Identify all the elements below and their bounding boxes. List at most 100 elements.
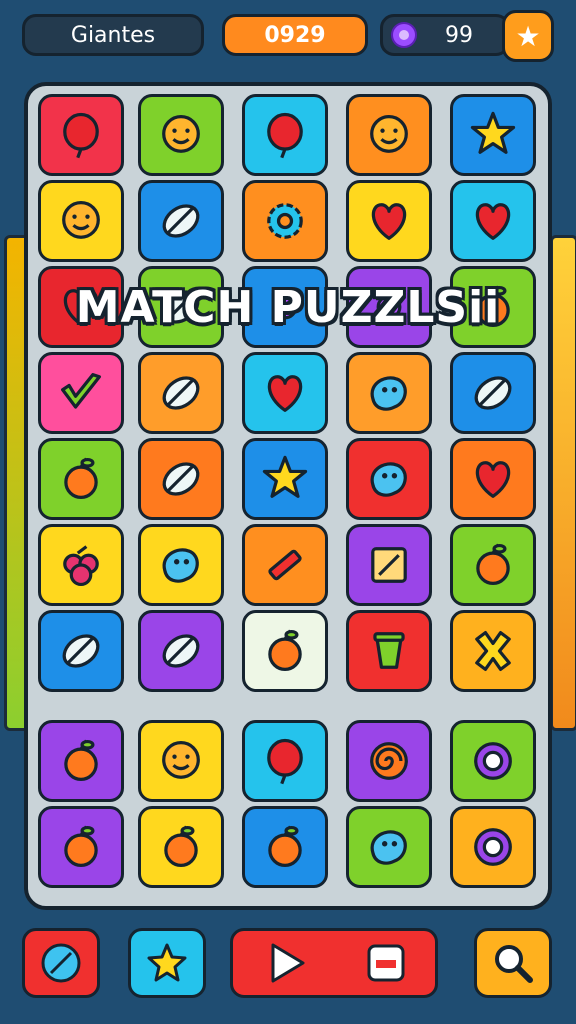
- tile-r5-c5[interactable]: [450, 438, 536, 520]
- save-icon: [367, 944, 405, 982]
- star-icon: [147, 943, 187, 982]
- gem-icon: [391, 22, 417, 48]
- tile-r6-c4[interactable]: [346, 524, 432, 606]
- star-icon: [262, 455, 308, 498]
- cup-icon: [373, 632, 405, 669]
- berry-icon: [63, 545, 99, 587]
- leaf-icon: [162, 462, 200, 496]
- tile-r1-c3[interactable]: [242, 94, 328, 176]
- puzzle-board: [24, 82, 552, 910]
- blob-icon: [370, 376, 407, 411]
- heart-icon: [371, 203, 407, 240]
- fruit-icon: [164, 825, 198, 867]
- tile-r9-c2[interactable]: [138, 806, 224, 888]
- leaf-icon: [474, 376, 512, 410]
- tile-r8-c2[interactable]: [138, 720, 224, 802]
- ring-icon: [474, 828, 512, 866]
- star-icon: ★: [515, 19, 541, 53]
- tile-r4-c3[interactable]: [242, 352, 328, 434]
- favorite-star-button[interactable]: ★: [502, 10, 554, 62]
- tile-r7-c5[interactable]: [450, 610, 536, 692]
- swirl-icon: [370, 742, 408, 780]
- tile-r4-c5[interactable]: [450, 352, 536, 434]
- tile-r2-c4[interactable]: [346, 180, 432, 262]
- fruit-icon: [268, 629, 302, 671]
- cross-icon: [475, 631, 511, 671]
- fruit-icon: [64, 825, 98, 867]
- score-pill: 0929: [222, 14, 368, 56]
- fruit-icon: [268, 825, 302, 867]
- tile-r4-c4[interactable]: [346, 352, 432, 434]
- star-icon: [470, 111, 516, 154]
- tile-r9-c4[interactable]: [346, 806, 432, 888]
- check-icon: [61, 373, 101, 409]
- tile-r9-c5[interactable]: [450, 806, 536, 888]
- tile-r9-c3[interactable]: [242, 806, 328, 888]
- gear-icon: [267, 203, 303, 239]
- tile-r8-c5[interactable]: [450, 720, 536, 802]
- tile-r7-c1[interactable]: [38, 610, 124, 692]
- player-name-pill: Giantes: [22, 14, 204, 56]
- tile-r1-c4[interactable]: [346, 94, 432, 176]
- play-button[interactable]: [230, 928, 438, 998]
- leaf-icon: [162, 376, 200, 410]
- tile-r2-c5[interactable]: [450, 180, 536, 262]
- tile-r6-c3[interactable]: [242, 524, 328, 606]
- heart-icon: [475, 203, 511, 240]
- tile-r6-c2[interactable]: [138, 524, 224, 606]
- heart-icon: [267, 375, 303, 412]
- play-icon: [271, 943, 305, 983]
- gem-count: 99: [445, 22, 473, 48]
- search-button[interactable]: [474, 928, 552, 998]
- face-icon: [62, 201, 100, 239]
- balloon-icon: [267, 112, 303, 159]
- fruit-icon: [476, 543, 510, 585]
- heart-icon: [475, 461, 511, 498]
- tile-r1-c5[interactable]: [450, 94, 536, 176]
- score-value: 0929: [264, 22, 326, 48]
- tile-r8-c3[interactable]: [242, 720, 328, 802]
- tile-r7-c3[interactable]: [242, 610, 328, 692]
- tile-r5-c3[interactable]: [242, 438, 328, 520]
- face-icon: [370, 115, 408, 153]
- search-icon: [495, 945, 533, 983]
- tile-r2-c3[interactable]: [242, 180, 328, 262]
- leaf-icon: [162, 634, 200, 668]
- face-icon: [162, 741, 200, 779]
- tile-r6-c1[interactable]: [38, 524, 124, 606]
- blob-icon: [370, 830, 407, 865]
- tile-r8-c1[interactable]: [38, 720, 124, 802]
- tile-r7-c2[interactable]: [138, 610, 224, 692]
- star-button[interactable]: [128, 928, 206, 998]
- tile-r2-c2[interactable]: [138, 180, 224, 262]
- tile-r1-c2[interactable]: [138, 94, 224, 176]
- note-icon: [371, 547, 407, 583]
- balloon-icon: [267, 738, 303, 785]
- tile-r5-c4[interactable]: [346, 438, 432, 520]
- face-icon: [162, 115, 200, 153]
- tile-r6-c5[interactable]: [450, 524, 536, 606]
- blob-icon: [370, 462, 407, 497]
- balloon-icon: [63, 112, 99, 159]
- leaf-icon: [41, 943, 81, 983]
- game-title: MATCH PUZZLSii: [75, 282, 501, 333]
- tile-r5-c1[interactable]: [38, 438, 124, 520]
- tile-r5-c2[interactable]: [138, 438, 224, 520]
- ring-icon: [474, 742, 512, 780]
- leaf-icon: [162, 204, 200, 238]
- player-name: Giantes: [70, 22, 156, 48]
- gem-counter: 99: [380, 14, 510, 56]
- leaf-icon: [62, 634, 100, 668]
- pencil-icon: [268, 549, 302, 581]
- leaf-button[interactable]: [22, 928, 100, 998]
- blob-icon: [162, 548, 199, 583]
- tile-r2-c1[interactable]: [38, 180, 124, 262]
- tile-r4-c2[interactable]: [138, 352, 224, 434]
- tile-r1-c1[interactable]: [38, 94, 124, 176]
- fruit-icon: [64, 739, 98, 781]
- tile-r4-c1[interactable]: [38, 352, 124, 434]
- tile-r9-c1[interactable]: [38, 806, 124, 888]
- fruit-icon: [64, 457, 98, 499]
- tile-r8-c4[interactable]: [346, 720, 432, 802]
- tile-r7-c4[interactable]: [346, 610, 432, 692]
